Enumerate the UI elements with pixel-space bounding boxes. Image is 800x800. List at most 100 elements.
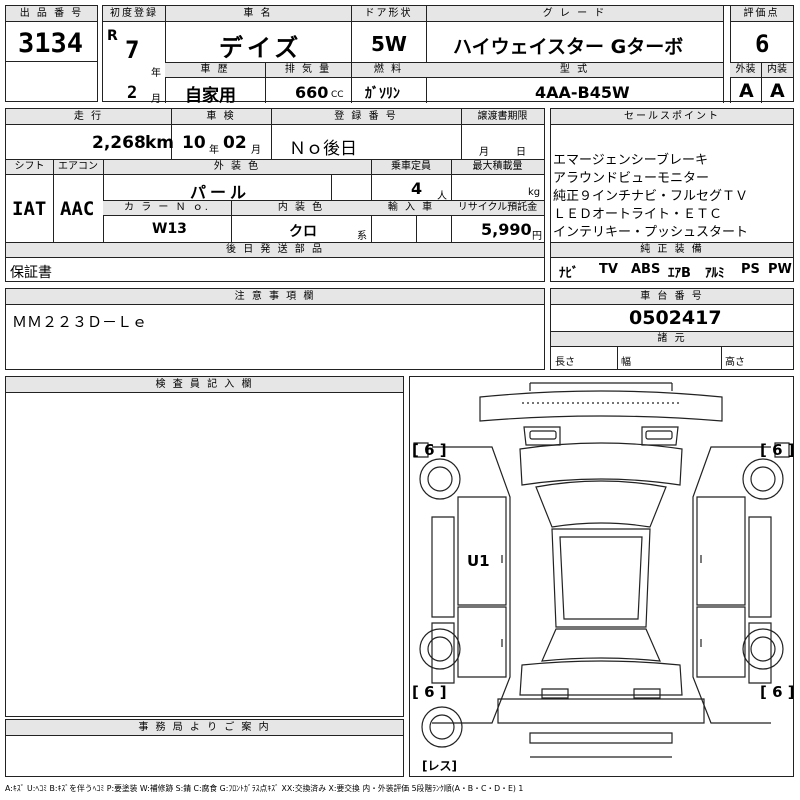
equip-abs: ABS: [631, 262, 661, 277]
shift-label: シフト: [6, 160, 53, 175]
length-label: 長さ: [555, 357, 575, 368]
grade-label: グ レ ー ド: [426, 6, 723, 22]
displacement-label: 排 気 量: [265, 63, 351, 78]
car-diagram-box: [ 6 ] [ 6 ] [ 6 ] [ 6 ] U1 [レス]: [409, 376, 795, 777]
notes-label: 注 意 事 項 欄: [6, 289, 544, 305]
plate-label: 登 録 番 号: [271, 109, 461, 125]
car-diagram: [410, 377, 793, 776]
era: R: [107, 28, 118, 44]
sales-label: セールスポイント: [551, 109, 793, 125]
interior-grade: A: [770, 80, 785, 102]
equip-ps: PS: [741, 262, 760, 277]
insp-year: 10: [182, 133, 206, 153]
specs-label: 諸 元: [551, 332, 793, 347]
legend: A:ｷｽﾞ U:ﾍｺﾐ B:ｷｽﾞを伴うﾍｺﾐ P:要塗装 W:補修跡 S:錆 …: [5, 784, 524, 793]
load-label: 最大積載量: [451, 160, 544, 175]
capacity: 4: [411, 179, 423, 198]
equip-label: 純 正 装 備: [551, 243, 793, 258]
model-label: 型 式: [426, 63, 723, 78]
plate: Ｎｏ後日: [289, 139, 357, 159]
door-type: 5W: [371, 32, 407, 56]
history: 自家用: [185, 86, 236, 106]
equip-alloy: ｱﾙﾐ: [705, 266, 725, 281]
sales-point: アラウンドビューモニター: [553, 171, 710, 186]
sales-box: セールスポイント エマージェンシーブレーキ アラウンドビューモニター 純正９イン…: [550, 108, 794, 282]
tire-front-left: [ 6 ]: [412, 441, 447, 459]
detail-box: 走 行 車 検 登 録 番 号 譲渡書期限 2,268 km 10 年 02 月…: [5, 108, 545, 282]
tire-front-right: [ 6 ]: [760, 441, 795, 459]
capacity-label: 乗車定員: [371, 160, 451, 175]
interior-label: 内装: [761, 63, 793, 78]
color-no: W13: [152, 221, 187, 237]
grade: ハイウェイスター Gターボ: [453, 36, 684, 58]
equip-tv: TV: [599, 262, 618, 277]
office-label: 事 務 局 よ り ご 案 内: [6, 720, 403, 736]
notes-box: 注 意 事 項 欄 ＭＭ２２３Ｄ－Ｌｅ: [5, 288, 545, 370]
import-label: 輸 入 車: [371, 201, 451, 216]
transfer-label: 譲渡書期限: [461, 109, 544, 125]
ac-label: エアコン: [53, 160, 103, 175]
spare-tire-label: [レス]: [422, 759, 457, 773]
insp-month: 02: [223, 133, 247, 153]
exterior-grade: A: [739, 80, 754, 102]
load-unit: kg: [528, 187, 541, 198]
recycle-label: リサイクル預託金: [451, 201, 544, 216]
vehicle-info-box: 初度登録 車 名 ドア形状 グ レ ー ド 評価点 R 7 年 2 月 デイズ …: [102, 5, 794, 106]
chassis-number: 0502417: [629, 307, 722, 329]
shift: IAT: [12, 198, 47, 220]
sales-point: インテリキー・プッシュスタート: [553, 225, 749, 240]
door-label: ドア形状: [351, 6, 426, 22]
color-label: 外 装 色: [103, 160, 371, 175]
reg-month: 2: [127, 83, 138, 103]
damage-mark: U1: [467, 552, 490, 570]
recycle-fee: 5,990: [481, 220, 532, 239]
inspection-label: 車 検: [171, 109, 271, 125]
mileage-label: 走 行: [6, 109, 171, 125]
car-name-label: 車 名: [165, 6, 351, 22]
reg-month-unit: 月: [151, 94, 161, 105]
transfer-day: 日: [516, 147, 526, 158]
displacement-unit: CC: [331, 90, 344, 100]
car-name: デイズ: [219, 34, 303, 62]
tire-rear-left: [ 6 ]: [412, 683, 447, 701]
width-label: 幅: [621, 357, 631, 368]
exterior-label: 外装: [730, 63, 761, 78]
height-label: 高さ: [725, 357, 745, 368]
chassis-label: 車 台 番 号: [551, 289, 793, 305]
insp-month-unit: 月: [251, 145, 261, 156]
recycle-unit: 円: [532, 231, 542, 242]
inspector-label: 検 査 員 記 入 欄: [6, 377, 403, 393]
sales-point: 純正９インチナビ・フルセグＴＶ: [553, 189, 749, 204]
model: 4AA-B45W: [535, 83, 630, 102]
sales-point: ＬＥＤオートライト・ＥＴＣ: [553, 207, 723, 222]
fuel: ｶﾞｿﾘﾝ: [365, 86, 400, 102]
equip-navi: ﾅﾋﾞ: [559, 266, 579, 281]
deferred-parts: 保証書: [10, 265, 52, 281]
notes-text: ＭＭ２２３Ｄ－Ｌｅ: [12, 313, 148, 331]
lot-number: 3134: [18, 28, 84, 59]
int-color: クロ: [289, 224, 317, 240]
lot-box: 出 品 番 号 3134: [5, 5, 98, 102]
inspector-box: 検 査 員 記 入 欄: [5, 376, 404, 717]
int-color-unit: 系: [357, 231, 367, 242]
color-no-label: カ ラ ー Ｎ ｏ.: [103, 201, 231, 216]
mileage: 2,268: [92, 133, 146, 153]
lot-label: 出 品 番 号: [6, 6, 97, 22]
history-label: 車 歴: [165, 63, 265, 78]
fuel-label: 燃 料: [351, 63, 426, 78]
displacement: 660: [295, 83, 329, 102]
reg-year: 7: [125, 36, 140, 64]
sales-point: エマージェンシーブレーキ: [553, 153, 708, 168]
int-color-label: 内 装 色: [231, 201, 371, 216]
equip-airbag: ｴｱB: [668, 266, 691, 281]
chassis-box: 車 台 番 号 0502417 諸 元 長さ 幅 高さ: [550, 288, 794, 370]
equip-pw: PW: [768, 262, 792, 277]
score-label: 評価点: [730, 6, 793, 22]
insp-year-unit: 年: [209, 145, 219, 156]
score: 6: [755, 30, 770, 58]
first-reg-label: 初度登録: [103, 6, 165, 22]
parts-label: 後 日 発 送 部 品: [6, 243, 544, 258]
transfer-month: 月: [479, 147, 489, 158]
office-box: 事 務 局 よ り ご 案 内: [5, 719, 404, 777]
ac: AAC: [60, 198, 95, 220]
